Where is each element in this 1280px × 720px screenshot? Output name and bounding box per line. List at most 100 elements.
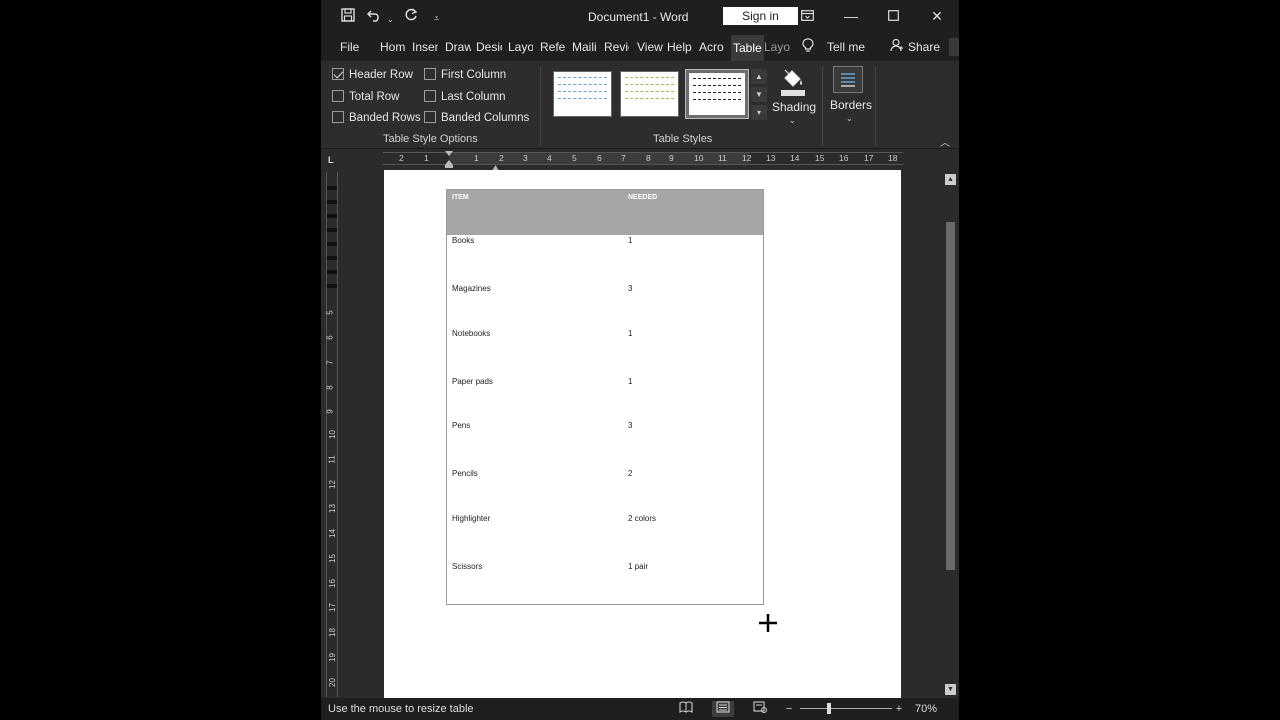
redo-icon[interactable] <box>404 8 418 26</box>
vertical-scrollbar[interactable]: ▲ ▼ <box>942 172 959 698</box>
share-person-icon[interactable] <box>890 38 904 55</box>
cell-item[interactable]: Books <box>452 236 474 245</box>
ruler-margin-mark <box>327 186 337 190</box>
scroll-thumb[interactable] <box>946 222 955 570</box>
web-layout-icon[interactable] <box>749 701 771 717</box>
header-row-checkbox[interactable]: Header Row <box>332 68 413 81</box>
cell-item[interactable]: Magazines <box>452 284 491 293</box>
cell-needed[interactable]: 1 <box>628 329 632 338</box>
ribbon-scroll-right[interactable] <box>949 38 959 56</box>
borders-icon[interactable] <box>833 66 863 93</box>
ruler-margin-mark <box>327 256 337 260</box>
checkbox-checked-icon <box>332 68 344 80</box>
cell-needed[interactable]: 1 <box>628 236 632 245</box>
scroll-up-icon[interactable]: ▲ <box>945 174 956 185</box>
table-style-green[interactable] <box>620 71 679 117</box>
ruler-number: 18 <box>327 628 337 637</box>
tab-layout[interactable]: Layo <box>508 40 533 54</box>
cell-needed[interactable]: 2 colors <box>628 514 656 523</box>
tab-references[interactable]: Refer <box>540 40 565 54</box>
zoom-level[interactable]: 70% <box>915 703 937 715</box>
shading-dropdown-icon[interactable]: ⌄ <box>789 116 796 125</box>
ruler-number: 5 <box>572 153 577 163</box>
tab-review[interactable]: Revie <box>604 40 629 54</box>
cell-item[interactable]: Pencils <box>452 469 478 478</box>
undo-dropdown-icon[interactable]: ⌄ <box>387 12 394 28</box>
last-column-checkbox[interactable]: Last Column <box>424 90 506 103</box>
scroll-down-icon[interactable]: ▼ <box>945 684 956 695</box>
customize-qat-icon[interactable]: ⩡ <box>434 10 439 26</box>
zoom-slider-thumb[interactable] <box>827 703 831 714</box>
tab-view[interactable]: View <box>637 40 663 54</box>
ruler-number: 20 <box>327 678 337 687</box>
banded-rows-checkbox[interactable]: Banded Rows <box>332 111 421 124</box>
cell-needed[interactable]: 1 pair <box>628 562 648 571</box>
supply-table[interactable]: ITEM NEEDED Books 1 Magazines 3 Notebook… <box>446 189 764 605</box>
tab-table-design[interactable]: Table <box>731 35 764 61</box>
zoom-slider[interactable] <box>800 708 892 709</box>
gallery-down-icon[interactable]: ▼ <box>751 87 767 102</box>
read-mode-icon[interactable] <box>675 701 697 717</box>
indent-marker-icon[interactable] <box>445 151 453 169</box>
maximize-icon[interactable] <box>883 6 903 26</box>
checkbox-icon <box>332 90 344 102</box>
header-needed[interactable]: NEEDED <box>628 194 657 201</box>
tab-draw[interactable]: Draw <box>445 40 471 54</box>
ruler-number: 13 <box>327 504 337 513</box>
collapse-ribbon-icon[interactable]: ︿ <box>940 134 950 149</box>
tab-mailings[interactable]: Maili <box>572 40 597 54</box>
gallery-more-icon[interactable]: ▾ <box>751 105 767 120</box>
save-icon[interactable] <box>341 8 355 26</box>
ribbon-divider <box>822 67 823 145</box>
tab-table-layout[interactable]: Layo <box>764 40 790 54</box>
share-button[interactable]: Share <box>908 40 940 54</box>
header-item[interactable]: ITEM <box>452 194 469 201</box>
ruler-number: 12 <box>742 153 752 163</box>
cell-needed[interactable]: 1 <box>628 377 632 386</box>
table-style-grid-selected[interactable] <box>685 69 749 119</box>
cell-item[interactable]: Pens <box>452 421 470 430</box>
cell-item[interactable]: Paper pads <box>452 377 493 386</box>
tab-file[interactable]: File <box>340 40 359 54</box>
lightbulb-icon[interactable] <box>802 38 814 56</box>
cell-item[interactable]: Highlighter <box>452 514 490 523</box>
gallery-up-icon[interactable]: ▲ <box>751 69 767 84</box>
tab-selector[interactable]: L <box>328 155 334 165</box>
first-column-checkbox[interactable]: First Column <box>424 68 506 81</box>
ribbon-display-options-icon[interactable] <box>797 6 817 26</box>
cell-needed[interactable]: 3 <box>628 421 632 430</box>
minimize-icon[interactable]: — <box>841 6 861 26</box>
hanging-indent-marker-icon[interactable] <box>492 158 499 171</box>
borders-dropdown-icon[interactable]: ⌄ <box>846 114 853 123</box>
zoom-out-icon[interactable]: − <box>778 701 800 717</box>
shading-button[interactable]: Shading <box>772 100 816 114</box>
borders-button[interactable]: Borders <box>830 98 872 112</box>
ruler-number: 18 <box>888 153 898 163</box>
tab-insert[interactable]: Inser <box>412 40 438 54</box>
cell-needed[interactable]: 3 <box>628 284 632 293</box>
undo-icon[interactable] <box>366 8 383 26</box>
cell-item[interactable]: Scissors <box>452 562 482 571</box>
table-style-blue[interactable] <box>553 71 612 117</box>
tab-design[interactable]: Desic <box>476 40 502 54</box>
table-header-row[interactable]: ITEM NEEDED <box>447 190 763 235</box>
zoom-in-icon[interactable]: + <box>888 701 910 717</box>
shading-bucket-icon[interactable] <box>780 67 806 102</box>
last-column-label: Last Column <box>441 91 506 103</box>
print-layout-icon[interactable] <box>712 701 734 717</box>
tell-me-search[interactable]: Tell me <box>827 40 865 54</box>
tab-acrobat[interactable]: Acro <box>699 40 724 54</box>
ruler-number: 7 <box>325 360 335 365</box>
total-row-checkbox[interactable]: Total Row <box>332 90 400 103</box>
cell-needed[interactable]: 2 <box>628 469 632 478</box>
tab-help[interactable]: Help <box>667 40 692 54</box>
ruler-number: 10 <box>327 430 337 439</box>
close-icon[interactable]: ✕ <box>927 6 947 26</box>
ruler-number: 1 <box>474 153 479 163</box>
document-page[interactable]: ITEM NEEDED Books 1 Magazines 3 Notebook… <box>384 170 901 700</box>
sign-in-button[interactable]: Sign in <box>723 7 798 25</box>
tab-home[interactable]: Hom <box>380 40 405 54</box>
ruler-margin-mark <box>327 228 337 232</box>
banded-columns-checkbox[interactable]: Banded Columns <box>424 111 529 124</box>
cell-item[interactable]: Notebooks <box>452 329 490 338</box>
